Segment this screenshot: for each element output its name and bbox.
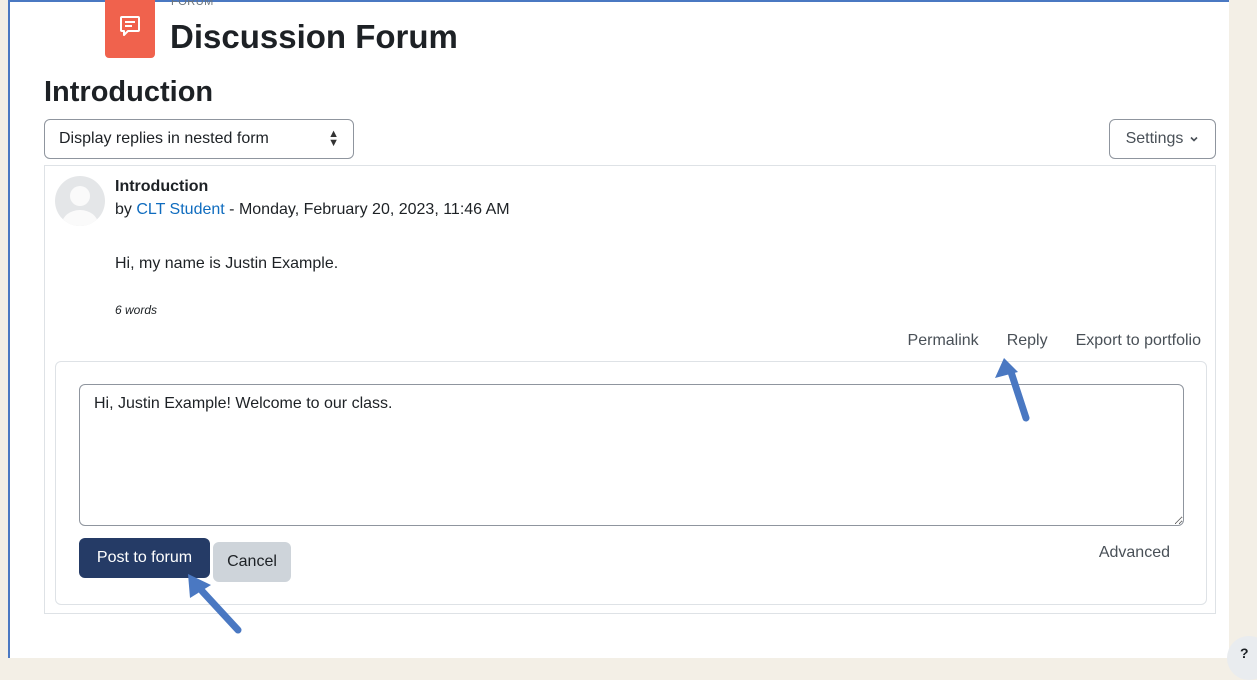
avatar [55,176,105,226]
export-to-portfolio-link[interactable]: Export to portfolio [1076,332,1201,350]
reply-textarea[interactable]: Hi, Justin Example! Welcome to our class… [79,384,1184,526]
help-button[interactable]: ? [1227,636,1257,680]
forum-title: Discussion Forum [170,18,458,55]
cancel-button[interactable]: Cancel [213,542,291,582]
settings-button[interactable]: Settings [1109,119,1216,159]
advanced-link[interactable]: Advanced [1099,544,1170,562]
display-mode-value: Display replies in nested form [59,130,269,147]
reply-panel: Hi, Justin Example! Welcome to our class… [55,361,1207,605]
select-arrows-icon: ▲ ▼ [328,128,339,149]
page-frame: FORUM Discussion Forum Introduction Disp… [8,0,1229,658]
post-byline: by CLT Student - Monday, February 20, 20… [115,201,510,219]
help-label: ? [1240,645,1249,661]
by-prefix: by [115,201,132,218]
module-kicker: FORUM [171,0,214,8]
post-date: Monday, February 20, 2023, 11:46 AM [238,201,510,218]
forum-module-icon [105,0,155,58]
author-link[interactable]: CLT Student [136,201,224,218]
word-count: 6 words [115,303,158,317]
settings-label: Settings [1125,130,1184,147]
post-to-forum-button[interactable]: Post to forum [79,538,210,578]
post-card: Introduction by CLT Student - Monday, Fe… [44,165,1216,614]
post-subject: Introduction [115,178,209,195]
reply-link[interactable]: Reply [1007,332,1048,350]
date-separator: - [229,201,235,218]
display-mode-select[interactable]: Display replies in nested form ▲ ▼ [44,119,354,159]
post-body: Hi, my name is Justin Example. [115,255,339,272]
post-actions: Permalink Reply Export to portfolio [908,332,1201,350]
discussion-title: Introduction [44,76,214,108]
permalink-link[interactable]: Permalink [908,332,979,350]
chevron-down-icon [1190,136,1198,142]
default-user-icon [62,186,98,226]
chat-bubble-icon [120,16,140,36]
